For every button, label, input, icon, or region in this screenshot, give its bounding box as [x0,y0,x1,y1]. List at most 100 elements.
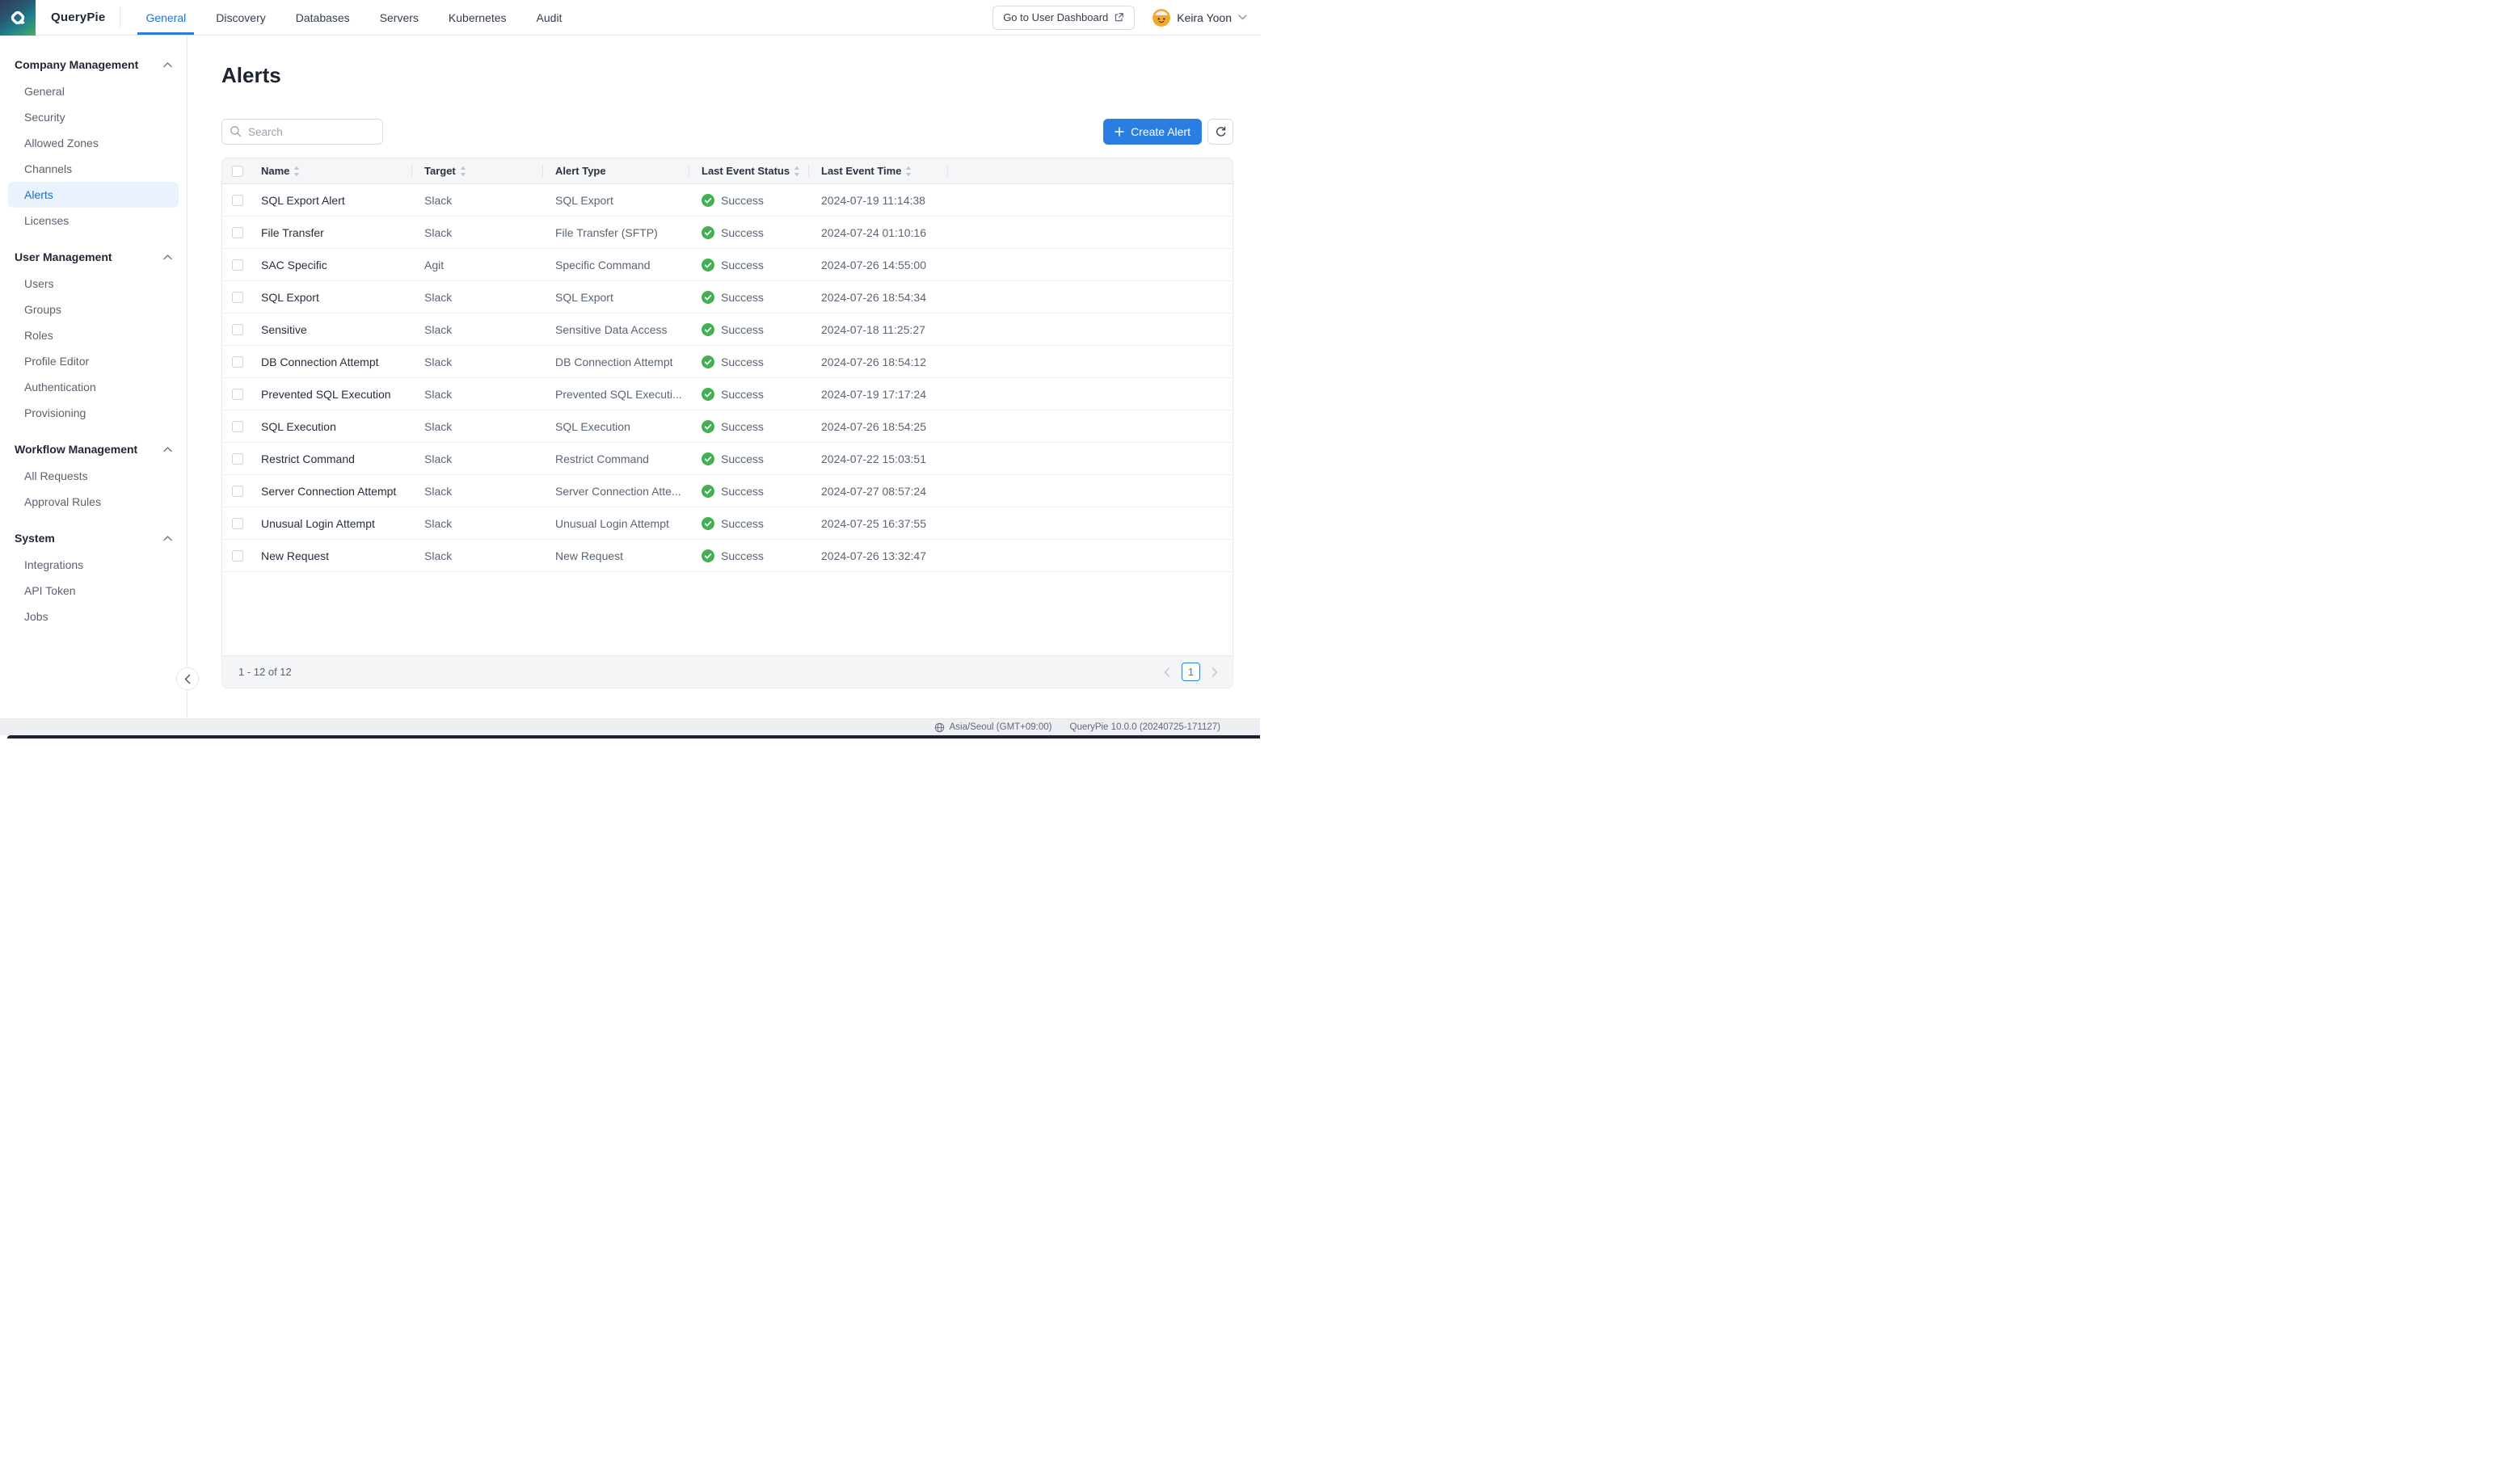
sidebar-section-items: Integrations API Token Jobs [8,552,179,629]
table-header-row: Name Target Alert Type Last Event Status… [222,158,1233,184]
cell-alert-type: Server Connection Atte... [555,484,681,498]
sidebar-item-api-token[interactable]: API Token [8,578,179,604]
nav-tab-kubernetes[interactable]: Kubernetes [447,0,508,35]
row-checkbox[interactable] [232,226,243,238]
main-content: Alerts Create Alert [188,36,1260,718]
table-row[interactable]: File Transfer Slack File Transfer (SFTP)… [222,217,1233,249]
column-header-name[interactable]: Name [253,158,411,183]
row-checkbox[interactable] [232,323,243,335]
table-row[interactable]: New Request Slack New Request Success 20… [222,540,1233,572]
sidebar-item-alerts[interactable]: Alerts [8,182,179,208]
querypie-logo-icon[interactable] [0,0,36,36]
status-label: Success [721,258,764,271]
page-number-button[interactable]: 1 [1182,663,1200,681]
row-checkbox[interactable] [232,388,243,400]
row-checkbox[interactable] [232,549,243,562]
nav-tab-servers[interactable]: Servers [378,0,420,35]
cell-target: Slack [424,322,453,336]
next-page-button[interactable] [1210,666,1220,679]
sidebar-item-security[interactable]: Security [8,104,179,130]
cell-name: SQL Export Alert [261,193,345,207]
table-row[interactable]: DB Connection Attempt Slack DB Connectio… [222,346,1233,378]
sidebar-item-users[interactable]: Users [8,271,179,297]
row-checkbox[interactable] [232,517,243,529]
chevron-up-icon [163,61,172,67]
sidebar-item-groups[interactable]: Groups [8,297,179,322]
status-label: Success [721,193,764,207]
sidebar-item-provisioning[interactable]: Provisioning [8,400,179,426]
topbar-right: Go to User Dashboard Keira Yoon [992,5,1260,30]
go-to-user-dashboard-button[interactable]: Go to User Dashboard [992,5,1136,30]
table-row[interactable]: SQL Export Slack SQL Export Success 2024… [222,281,1233,313]
sidebar-section-label: Workflow Management [15,443,138,456]
nav-tab-discovery[interactable]: Discovery [214,0,267,35]
sidebar-item-profile-editor[interactable]: Profile Editor [8,348,179,374]
table-row[interactable]: Prevented SQL Execution Slack Prevented … [222,378,1233,410]
pagination: 1 [1162,663,1220,681]
row-checkbox[interactable] [232,452,243,465]
nav-tab-general[interactable]: General [137,0,195,35]
sidebar-item-allowed-zones[interactable]: Allowed Zones [8,130,179,156]
user-menu[interactable]: Keira Yoon [1153,8,1247,27]
plus-icon [1115,127,1124,137]
cell-alert-type: File Transfer (SFTP) [555,225,658,239]
sidebar-item-integrations[interactable]: Integrations [8,552,179,578]
go-to-user-dashboard-label: Go to User Dashboard [1003,11,1109,23]
sidebar-item-licenses[interactable]: Licenses [8,208,179,234]
create-alert-label: Create Alert [1131,125,1190,138]
nav-tab-audit[interactable]: Audit [535,0,564,35]
row-checkbox[interactable] [232,291,243,303]
sidebar-section-items: All Requests Approval Rules [8,463,179,515]
row-checkbox[interactable] [232,194,243,206]
cell-target: Agit [424,258,445,271]
cell-name: SAC Specific [261,258,327,271]
row-checkbox[interactable] [232,485,243,497]
create-alert-button[interactable]: Create Alert [1103,119,1202,145]
table-row[interactable]: SQL Export Alert Slack SQL Export Succes… [222,184,1233,217]
sidebar-item-all-requests[interactable]: All Requests [8,463,179,489]
select-all-checkbox[interactable] [232,165,243,177]
column-header-target[interactable]: Target [411,158,542,183]
sidebar-section-header[interactable]: System [8,524,179,552]
column-header-last-event-time[interactable]: Last Event Time [808,158,947,183]
chevron-down-icon [1238,15,1247,20]
cell-last-event-time: 2024-07-26 14:55:00 [821,258,926,271]
toolbar: Create Alert [221,119,1233,145]
table-row[interactable]: SQL Execution Slack SQL Execution Succes… [222,410,1233,443]
table-row[interactable]: SAC Specific Agit Specific Command Succe… [222,249,1233,281]
table-row[interactable]: Restrict Command Slack Restrict Command … [222,443,1233,475]
sidebar-item-channels[interactable]: Channels [8,156,179,182]
sidebar-item-roles[interactable]: Roles [8,322,179,348]
row-checkbox[interactable] [232,420,243,432]
search-input[interactable] [221,119,383,145]
sidebar-item-authentication[interactable]: Authentication [8,374,179,400]
row-checkbox[interactable] [232,356,243,368]
sidebar-section: System Integrations API Token Jobs [8,524,179,629]
cell-last-event-time: 2024-07-19 11:14:38 [821,193,925,207]
sidebar-item-general[interactable]: General [8,78,179,104]
table-row[interactable]: Sensitive Slack Sensitive Data Access Su… [222,313,1233,346]
nav-tab-databases[interactable]: Databases [294,0,352,35]
column-header-alert-type[interactable]: Alert Type [542,158,689,183]
sidebar-item-jobs[interactable]: Jobs [8,604,179,629]
previous-page-button[interactable] [1162,666,1172,679]
sidebar-section-header[interactable]: Workflow Management [8,436,179,463]
cell-name: Server Connection Attempt [261,484,397,498]
cell-last-event-status: Success [689,281,808,313]
sidebar-section-header[interactable]: User Management [8,243,179,271]
cell-last-event-time: 2024-07-22 15:03:51 [821,452,926,465]
status-label: Success [721,452,764,465]
sidebar-section-header[interactable]: Company Management [8,51,179,78]
refresh-button[interactable] [1207,119,1233,145]
table-row[interactable]: Unusual Login Attempt Slack Unusual Logi… [222,507,1233,540]
sidebar-collapse-button[interactable] [176,667,199,690]
sidebar-item-approval-rules[interactable]: Approval Rules [8,489,179,515]
success-icon [702,484,714,498]
avatar [1153,8,1171,27]
column-header-last-event-status[interactable]: Last Event Status [689,158,808,183]
refresh-icon [1216,126,1225,137]
row-checkbox[interactable] [232,259,243,271]
column-label: Alert Type [555,165,606,177]
timezone-label: Asia/Seoul (GMT+09:00) [949,722,1052,732]
table-row[interactable]: Server Connection Attempt Slack Server C… [222,475,1233,507]
